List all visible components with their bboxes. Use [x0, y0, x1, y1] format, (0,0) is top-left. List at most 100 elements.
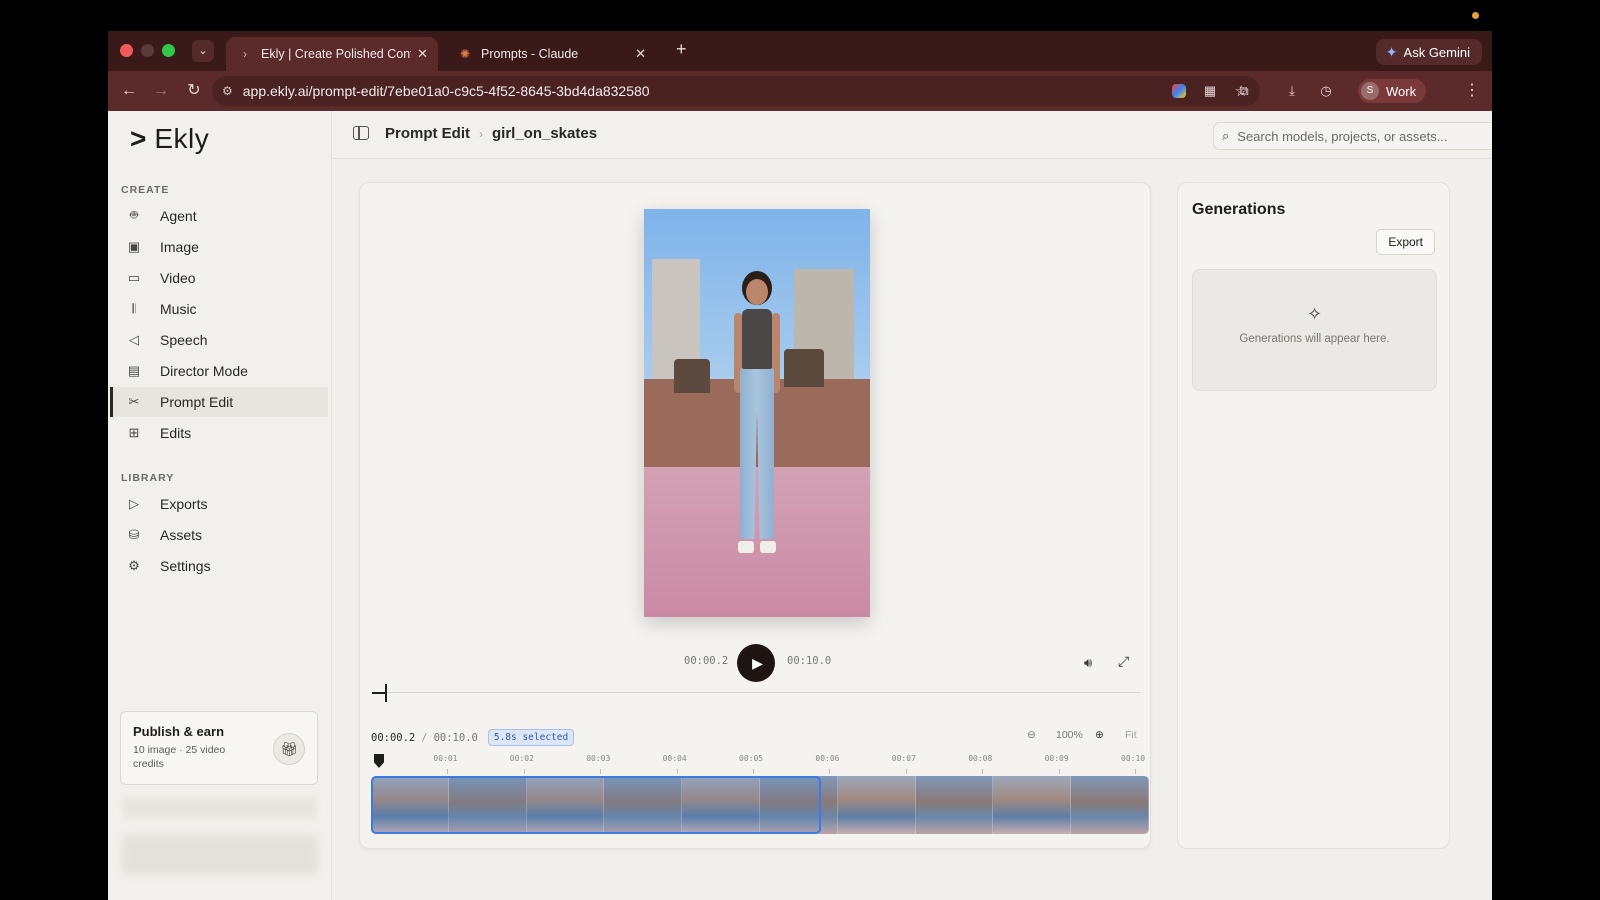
page-header: Prompt Edit › girl_on_skates ⌕ Search mo… [333, 111, 1492, 159]
edits-icon: ⊞ [128, 425, 140, 440]
sidebar-item-edits[interactable]: ⊞ Edits [110, 418, 328, 448]
tab-ekly[interactable]: › Ekly | Create Polished Conten ✕ [226, 37, 438, 71]
video-icon: ▭ [127, 270, 141, 285]
timeline-current-time: 00:00.2 [371, 731, 416, 744]
publish-credits: 10 image · 25 video credits [133, 744, 226, 770]
fit-button[interactable]: Fit [1125, 729, 1137, 741]
site-info-icon[interactable]: ⚙ [222, 84, 233, 98]
address-url: app.ekly.ai/prompt-edit/7ebe01a0-c9c5-4f… [242, 83, 650, 99]
publish-earn-card[interactable]: Publish & earn 10 image · 25 video credi… [120, 711, 318, 785]
close-tab-icon[interactable]: ✕ [417, 46, 428, 62]
new-tab-plus-icon[interactable]: + [676, 39, 687, 60]
subject-skate [738, 541, 754, 553]
gemini-sparkle-icon: ✦ [1385, 43, 1398, 60]
close-window-button[interactable] [120, 44, 133, 57]
ruler-tick-mark [676, 769, 678, 774]
sidebar-item-label: Settings [160, 558, 211, 574]
subject-head [746, 279, 768, 305]
search-input[interactable]: ⌕ Search models, projects, or assets... … [1213, 122, 1492, 150]
video-preview[interactable] [644, 209, 870, 617]
sidebar-item-video[interactable]: ▭ Video [110, 263, 328, 293]
breadcrumb-current: girl_on_skates [492, 125, 598, 142]
subject-torso [742, 309, 772, 369]
profile-button[interactable]: S Work [1358, 79, 1427, 103]
reload-icon[interactable]: ↻ [183, 80, 205, 102]
library-section-label: LIBRARY [121, 472, 175, 484]
ruler-tick-label: 00:08 [968, 754, 993, 763]
blurred-button [122, 797, 318, 819]
download-icon[interactable]: ⤓ [1282, 81, 1302, 101]
sidebar-item-image[interactable]: ▣ Image [110, 232, 328, 262]
video-editor: 00:00.2 ▶ 00:10.0 🔊︎ ⤢ 00:00.2 / 00:10.0… [359, 182, 1151, 849]
tab-search-chevron-icon[interactable]: ⌄ [192, 40, 214, 62]
sparkle-icon: ✧ [1306, 304, 1323, 324]
fullscreen-icon[interactable]: ⤢ [1118, 653, 1129, 670]
sidebar-item-label: Prompt Edit [160, 394, 234, 410]
forward-arrow-icon[interactable]: → [150, 80, 172, 102]
play-icon: ▶ [752, 655, 763, 671]
figma-extension-icon[interactable] [1172, 84, 1186, 98]
current-time: 00:00.2 [684, 655, 729, 667]
profile-avatar: S [1361, 82, 1379, 100]
breadcrumb-section[interactable]: Prompt Edit [385, 125, 470, 142]
ruler-tick-label: 00:05 [739, 754, 764, 763]
gift-icon[interactable]: 🎁︎ [273, 733, 305, 765]
sidebar-item-exports[interactable]: ▷ Exports [110, 489, 328, 519]
play-button[interactable]: ▶ [737, 644, 775, 682]
filmstrip-frame [993, 776, 1072, 834]
ask-gemini-button[interactable]: ✦ Ask Gemini [1375, 39, 1482, 65]
extension-grid-icon[interactable]: ▦ [1200, 81, 1220, 101]
ruler-tick-label: 00:07 [891, 754, 916, 763]
generations-title: Generations [1192, 201, 1286, 218]
ruler-tick-label: 00:10 [1121, 754, 1146, 763]
sidebar-item-director-mode[interactable]: ▤ Director Mode [110, 356, 328, 386]
sidebar-item-prompt-edit[interactable]: ✂ Prompt Edit [110, 387, 328, 417]
tab-claude[interactable]: ✺ Prompts - Claude ✕ [446, 37, 656, 71]
scrubber-track[interactable] [372, 692, 1140, 693]
ruler-tick-mark [753, 769, 754, 774]
assets-icon: ⛁ [128, 527, 140, 542]
scissors-icon: ✂ [128, 394, 140, 409]
sidebar-item-agent[interactable]: 🤖︎ Agent [110, 201, 328, 231]
zoom-in-icon[interactable]: ⊕ [1095, 729, 1104, 741]
extensions-puzzle-icon[interactable]: ⧉ [1234, 81, 1254, 101]
ekly-logo[interactable]: > Ekly [130, 123, 209, 155]
sidebar-item-assets[interactable]: ⛁ Assets [110, 520, 328, 550]
back-arrow-icon[interactable]: ← [118, 80, 140, 102]
create-section-label: CREATE [121, 184, 170, 196]
export-button[interactable]: Export [1376, 229, 1435, 255]
sidebar-item-speech[interactable]: ◁ Speech [110, 325, 328, 355]
zoom-out-icon[interactable]: ⊖ [1027, 729, 1036, 741]
ruler-tick-label: 00:02 [509, 754, 534, 763]
tab-title: Ekly | Create Polished Conten [261, 47, 412, 61]
maximize-window-button[interactable] [162, 44, 175, 57]
browser-window: ⌄ › Ekly | Create Polished Conten ✕ ✺ Pr… [108, 31, 1492, 900]
ruler-tick-mark [600, 769, 602, 774]
filmstrip-frame [915, 776, 994, 834]
ruler-tick-mark [1135, 769, 1136, 774]
generations-panel: Generations Export ✧ Generations will ap… [1177, 182, 1450, 849]
sidebar-item-label: Agent [160, 208, 197, 224]
browser-menu-icon[interactable]: ⋮ [1464, 80, 1480, 100]
browser-toolbar: ← → ↻ ⚙ app.ekly.ai/prompt-edit/7ebe01a0… [108, 71, 1492, 111]
volume-icon[interactable]: 🔊︎ [1084, 655, 1092, 671]
sidebar-item-music[interactable]: 𝄃 Music [110, 294, 328, 324]
ruler-tick-mark [1058, 769, 1060, 774]
address-bar[interactable]: ⚙ app.ekly.ai/prompt-edit/7ebe01a0-c9c5-… [212, 76, 1260, 106]
timeline-ruler[interactable]: 00:01 00:02 00:03 00:04 00:05 00:06 00:07 00:08… [371, 754, 1146, 774]
claude-favicon-icon: ✺ [459, 47, 471, 61]
history-icon[interactable]: ◷ [1316, 81, 1336, 101]
timeline-info: 00:00.2 / 00:10.0 5.8s selected [371, 729, 575, 746]
ruler-tick-label: 00:03 [586, 754, 611, 763]
sidebar: > Ekly CREATE 🤖︎ Agent ▣ Image ▭ Video 𝄃… [108, 111, 332, 900]
ekly-logo-chevron-icon: > [130, 123, 147, 154]
toggle-sidebar-icon[interactable] [353, 126, 369, 140]
timeline-selection[interactable] [371, 776, 821, 834]
close-tab-icon[interactable]: ✕ [635, 46, 646, 62]
image-icon: ▣ [127, 239, 141, 254]
profile-name: Work [1386, 83, 1417, 99]
sidebar-item-settings[interactable]: ⚙ Settings [110, 551, 328, 581]
play-icon: ▷ [129, 496, 139, 511]
scrubber-handle[interactable] [372, 684, 388, 702]
minimize-window-button[interactable] [141, 44, 154, 57]
